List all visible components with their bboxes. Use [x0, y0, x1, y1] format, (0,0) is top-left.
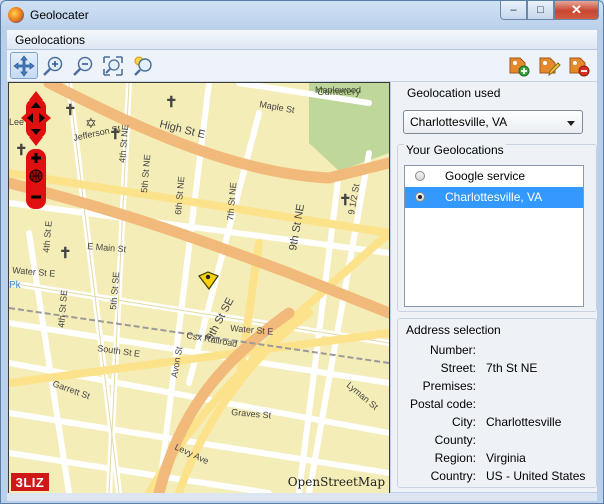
geolocation-used-group: Geolocation used Charlottesville, VA [397, 86, 597, 136]
geolocation-used-value: Charlottesville, VA [410, 115, 508, 129]
address-row-street: Street: 7th St NE [398, 361, 602, 379]
your-geolocations-label: Your Geolocations [404, 143, 506, 157]
chevron-down-icon[interactable] [567, 121, 575, 126]
label-5th-ne: 5th St NE [139, 154, 152, 193]
geolocation-used-label: Geolocation used [407, 86, 501, 100]
status-bar [7, 493, 597, 501]
radio-google[interactable] [415, 171, 425, 181]
address-row-region: Region: Virginia [398, 451, 602, 469]
address-value: Charlottesville [486, 415, 562, 429]
zoom-location-button[interactable] [129, 52, 157, 79]
menu-geolocations[interactable]: Geolocations [15, 33, 85, 47]
add-location-icon [509, 57, 530, 76]
label-e-main: E Main St [87, 241, 127, 254]
map-attribution[interactable]: OpenStreetMap [288, 475, 385, 489]
remove-location-button[interactable] [565, 52, 593, 79]
map-view[interactable]: ✝ ✡ ✝ ✝ ✝ ✝ ✝ Maplewood Cemetery Maple S… [8, 82, 390, 494]
label-maple: Maple St [259, 99, 296, 115]
zoom-out-icon [73, 56, 93, 76]
address-row-postal: Postal code: [398, 397, 602, 415]
address-value: Virginia [486, 451, 526, 465]
pan-up-icon[interactable] [29, 91, 43, 100]
pan-down-icon[interactable] [29, 137, 43, 146]
pan-tool-button[interactable] [10, 52, 38, 79]
geolocation-item-label: Google service [445, 169, 526, 183]
close-button[interactable]: ✕ [554, 1, 599, 20]
radio-charlottesville[interactable] [415, 192, 425, 202]
zoom-out-button[interactable] [69, 52, 97, 79]
address-label: County: [434, 433, 476, 447]
zoom-in-button[interactable] [39, 52, 67, 79]
address-label: Number: [429, 343, 476, 357]
church-icon-4: ✝ [165, 94, 178, 111]
zoom-extent-icon [103, 55, 123, 76]
geolocation-item-google[interactable]: Google service [405, 166, 583, 187]
address-selection-group: Address selection Number: Street: 7th St… [397, 318, 597, 488]
label-lyman: Lyman St [345, 380, 381, 412]
address-label: Country: [430, 469, 476, 483]
geolocation-item-label: Charlottesville, VA [445, 190, 543, 204]
label-4th-e: 4th St E [41, 220, 54, 253]
zoom-control [26, 149, 46, 209]
address-label: Street: [440, 361, 476, 375]
pan-control [21, 91, 51, 146]
label-pk: Pk [9, 280, 22, 291]
address-label: Premises: [422, 379, 476, 393]
map-canvas[interactable]: ✝ ✡ ✝ ✝ ✝ ✝ ✝ Maplewood Cemetery Maple S… [9, 83, 389, 493]
window-controls: – □ ✕ [500, 1, 599, 21]
brand-logo: 3LIZ [11, 473, 49, 491]
pan-icon [13, 54, 35, 77]
add-location-button[interactable] [505, 52, 533, 79]
address-label: City: [452, 415, 476, 429]
label-6th-ne: 6th St NE [173, 176, 186, 215]
menu-bar: Geolocations [7, 30, 597, 50]
geolocation-item-charlottesville[interactable]: Charlottesville, VA [405, 187, 583, 208]
address-row-county: County: [398, 433, 602, 451]
label-4th-se: 4th St SE [56, 289, 69, 328]
maximize-button[interactable]: □ [527, 1, 554, 20]
remove-location-icon [569, 57, 590, 76]
address-value: 7th St NE [486, 361, 538, 375]
address-selection-label: Address selection [406, 323, 501, 337]
address-label: Region: [434, 451, 476, 465]
label-cemetery-2: Cemetery [317, 87, 360, 98]
address-value: US - United States [486, 469, 586, 483]
edit-location-button[interactable] [535, 52, 563, 79]
firefox-icon [8, 7, 24, 23]
edit-location-icon [539, 57, 561, 76]
label-water-left: Water St E [12, 265, 56, 279]
side-panel: Geolocation used Charlottesville, VA You… [391, 82, 597, 492]
zoom-location-icon [134, 56, 152, 76]
address-row-premises: Premises: [398, 379, 602, 397]
your-geolocations-group: Your Geolocations Google service Charlot… [397, 143, 597, 312]
address-row-country: Country: US - United States [398, 469, 602, 487]
church-icon-5: ✝ [59, 245, 72, 262]
label-7th-ne: 7th St NE [225, 182, 238, 221]
zoom-extent-button[interactable] [99, 52, 127, 79]
minimize-button[interactable]: – [500, 1, 527, 20]
address-label: Postal code: [409, 397, 476, 411]
geolocation-used-select[interactable]: Charlottesville, VA [403, 110, 583, 134]
church-icon: ✝ [64, 102, 77, 119]
geolocations-list[interactable]: Google service Charlottesville, VA [404, 165, 584, 307]
address-row-city: City: Charlottesville [398, 415, 602, 433]
address-row-number: Number: [398, 343, 602, 361]
toolbar [7, 50, 597, 82]
app-window: Geolocater – □ ✕ Geolocations ✝ ✡ ✝ ✝ ✝ … [0, 0, 604, 504]
title-bar[interactable]: Geolocater – □ ✕ [1, 1, 603, 29]
zoom-in-icon [43, 56, 63, 76]
label-graves: Graves St [231, 407, 272, 420]
window-title: Geolocater [30, 8, 89, 22]
